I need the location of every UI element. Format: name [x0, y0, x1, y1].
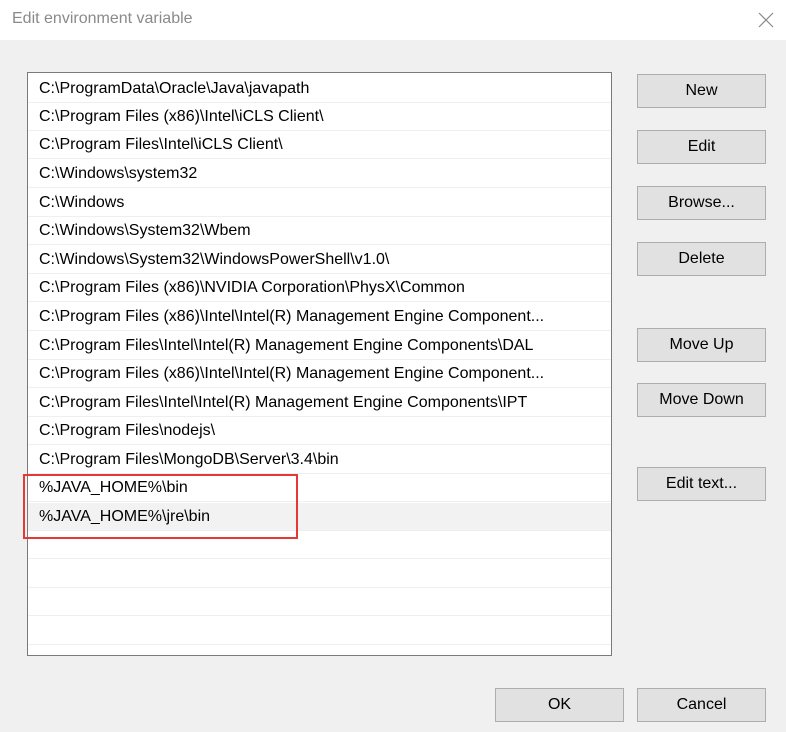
list-item[interactable]: C:\Windows	[28, 189, 611, 217]
list-item[interactable]: C:\Program Files\nodejs\	[28, 417, 611, 445]
list-item[interactable]: C:\Program Files (x86)\Intel\Intel(R) Ma…	[28, 303, 611, 331]
empty-list-row	[28, 617, 611, 645]
new-button[interactable]: New	[637, 74, 766, 108]
list-item[interactable]: C:\Program Files (x86)\NVIDIA Corporatio…	[28, 274, 611, 302]
empty-list-row	[28, 531, 611, 559]
edit-text-button[interactable]: Edit text...	[637, 467, 766, 501]
dialog-title: Edit environment variable	[12, 10, 193, 27]
list-item[interactable]: C:\Windows\System32\Wbem	[28, 217, 611, 245]
empty-list-row	[28, 560, 611, 588]
title-bar: Edit environment variable	[0, 0, 786, 40]
edit-environment-variable-dialog: Edit environment variable C:\ProgramData…	[0, 0, 786, 732]
list-item[interactable]: C:\Windows\system32	[28, 160, 611, 188]
list-item[interactable]: C:\Program Files (x86)\Intel\Intel(R) Ma…	[28, 360, 611, 388]
move-down-button[interactable]: Move Down	[637, 383, 766, 417]
list-item[interactable]: C:\Program Files (x86)\Intel\iCLS Client…	[28, 103, 611, 131]
move-up-button[interactable]: Move Up	[637, 328, 766, 362]
cancel-button[interactable]: Cancel	[637, 688, 766, 722]
edit-button[interactable]: Edit	[637, 130, 766, 164]
list-item[interactable]: C:\Program Files\Intel\iCLS Client\	[28, 131, 611, 159]
browse-button[interactable]: Browse...	[637, 186, 766, 220]
list-item[interactable]: C:\Program Files\Intel\Intel(R) Manageme…	[28, 332, 611, 360]
delete-button[interactable]: Delete	[637, 242, 766, 276]
close-button[interactable]	[746, 0, 786, 40]
path-list[interactable]: C:\ProgramData\Oracle\Java\javapath C:\P…	[27, 72, 612, 656]
list-item[interactable]: C:\Windows\System32\WindowsPowerShell\v1…	[28, 246, 611, 274]
close-icon	[758, 12, 774, 28]
list-item[interactable]: C:\ProgramData\Oracle\Java\javapath	[28, 75, 611, 103]
list-item[interactable]: %JAVA_HOME%\bin	[28, 474, 611, 502]
empty-list-row	[28, 588, 611, 616]
list-item-selected[interactable]: %JAVA_HOME%\jre\bin	[28, 503, 611, 531]
list-item[interactable]: C:\Program Files\MongoDB\Server\3.4\bin	[28, 446, 611, 474]
ok-button[interactable]: OK	[495, 688, 624, 722]
list-item[interactable]: C:\Program Files\Intel\Intel(R) Manageme…	[28, 389, 611, 417]
